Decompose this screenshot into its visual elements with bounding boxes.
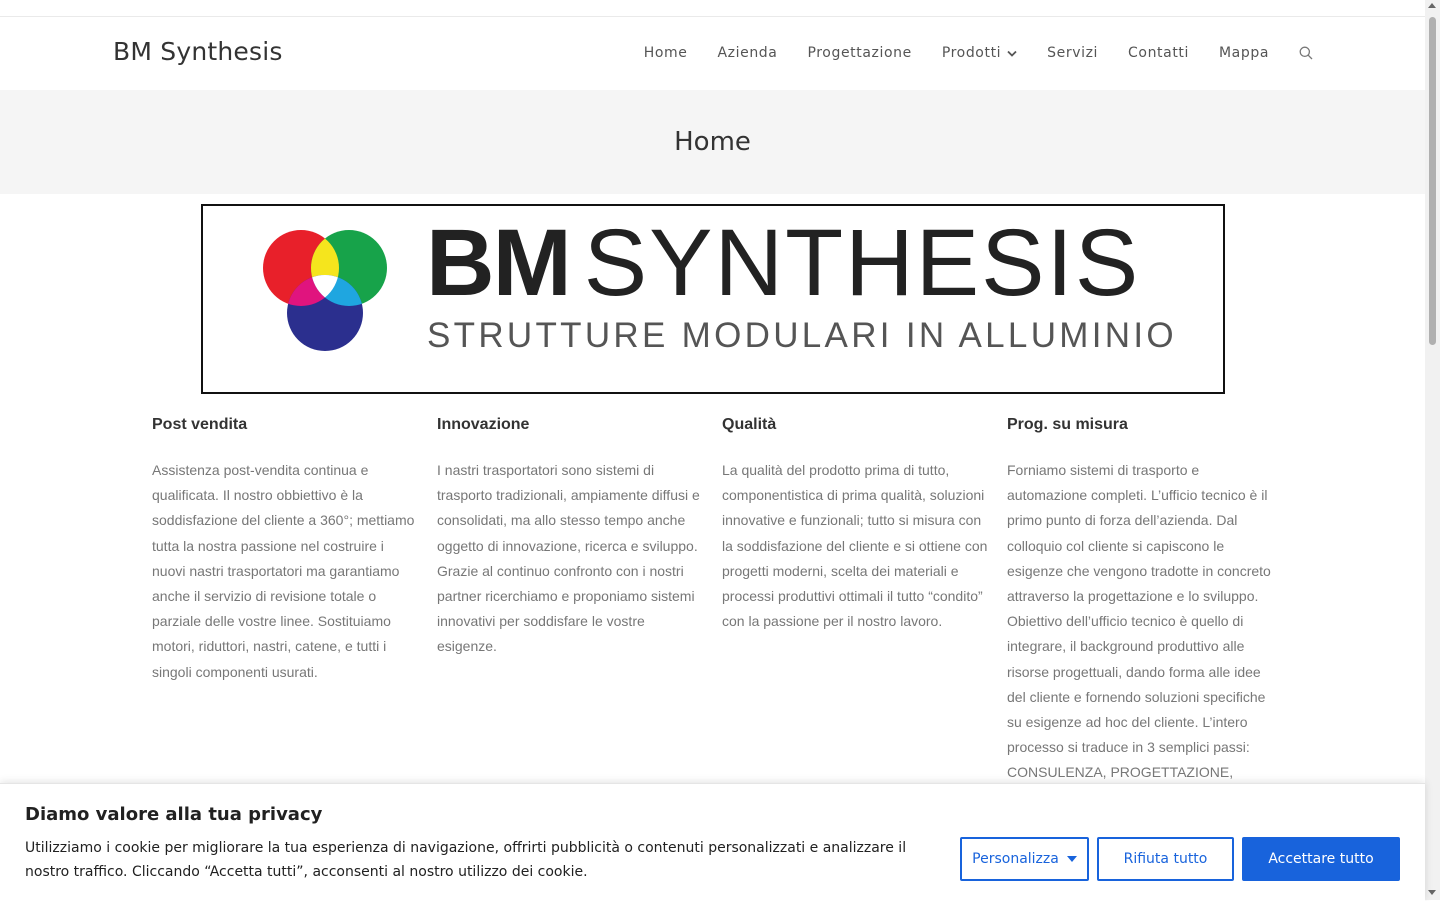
feature-text: Forniamo sistemi di trasporto e automazi…	[1007, 462, 1271, 781]
cookie-title: Diamo valore alla tua privacy	[25, 804, 323, 825]
brand-banner: BM SYNTHESIS STRUTTURE MODULARI IN ALLUMI…	[201, 204, 1225, 394]
logo-tagline: STRUTTURE MODULARI IN ALLUMINIO	[427, 316, 1177, 355]
feature-title: Prog. su misura	[1007, 416, 1128, 433]
page-title: Home	[674, 127, 751, 157]
nav-item-prodotti[interactable]: Prodotti	[942, 45, 1017, 61]
site-header: BM Synthesis Home Azienda Progettazione …	[0, 17, 1425, 90]
site-title-link[interactable]: BM Synthesis	[113, 37, 283, 66]
nav-item-progettazione[interactable]: Progettazione	[807, 45, 911, 61]
nav-item-mappa[interactable]: Mappa	[1219, 45, 1269, 61]
nav-item-azienda[interactable]: Azienda	[717, 45, 777, 61]
feature-text: La qualità del prodotto prima di tutto, …	[722, 462, 988, 630]
logo-wordmark-bold: BM	[426, 210, 572, 316]
feature-text: Assistenza post-vendita continua e quali…	[152, 462, 415, 680]
logo-circles-icon	[263, 230, 387, 351]
customize-label: Personalizza	[972, 851, 1059, 867]
nav-item-servizi[interactable]: Servizi	[1047, 45, 1098, 61]
logo-wordmark-light: SYNTHESIS	[583, 210, 1141, 316]
feature-text: I nastri trasportatori sono sistemi di t…	[437, 462, 700, 655]
reject-all-button[interactable]: Rifiuta tutto	[1097, 837, 1234, 881]
accept-all-button[interactable]: Accettare tutto	[1242, 837, 1400, 881]
customize-button[interactable]: Personalizza	[960, 837, 1089, 881]
feature-title: Qualità	[722, 416, 777, 433]
page-title-band: Home	[0, 90, 1425, 194]
caret-down-icon	[1066, 856, 1077, 862]
cookie-description: Utilizziamo i cookie per migliorare la t…	[25, 840, 907, 880]
page-scrollbar[interactable]	[1425, 0, 1440, 900]
search-icon[interactable]	[1299, 46, 1313, 60]
nav-item-contatti[interactable]: Contatti	[1128, 45, 1189, 61]
scrollbar-thumb[interactable]	[1429, 17, 1436, 345]
nav-item-prodotti-label: Prodotti	[941, 45, 1002, 61]
scroll-up-arrow-icon[interactable]	[1428, 3, 1436, 8]
feature-prog-su-misura: Prog. su misura Forniamo sistemi di tras…	[1007, 416, 1275, 786]
scroll-down-arrow-icon[interactable]	[1428, 890, 1436, 895]
feature-title: Innovazione	[437, 416, 530, 433]
logo-wordmark: BM SYNTHESIS	[426, 216, 1140, 311]
nav-item-home[interactable]: Home	[644, 45, 688, 61]
feature-post-vendita: Post vendita Assistenza post-vendita con…	[152, 416, 420, 685]
feature-title: Post vendita	[152, 416, 248, 433]
feature-innovazione: Innovazione I nastri trasportatori sono …	[437, 416, 705, 660]
chevron-down-icon	[1007, 50, 1017, 57]
main-nav: Home Azienda Progettazione Prodotti Serv…	[644, 45, 1313, 61]
feature-qualita: Qualità La qualità del prodotto prima di…	[722, 416, 990, 634]
cookie-consent-banner: Diamo valore alla tua privacy Utilizziam…	[0, 783, 1425, 901]
